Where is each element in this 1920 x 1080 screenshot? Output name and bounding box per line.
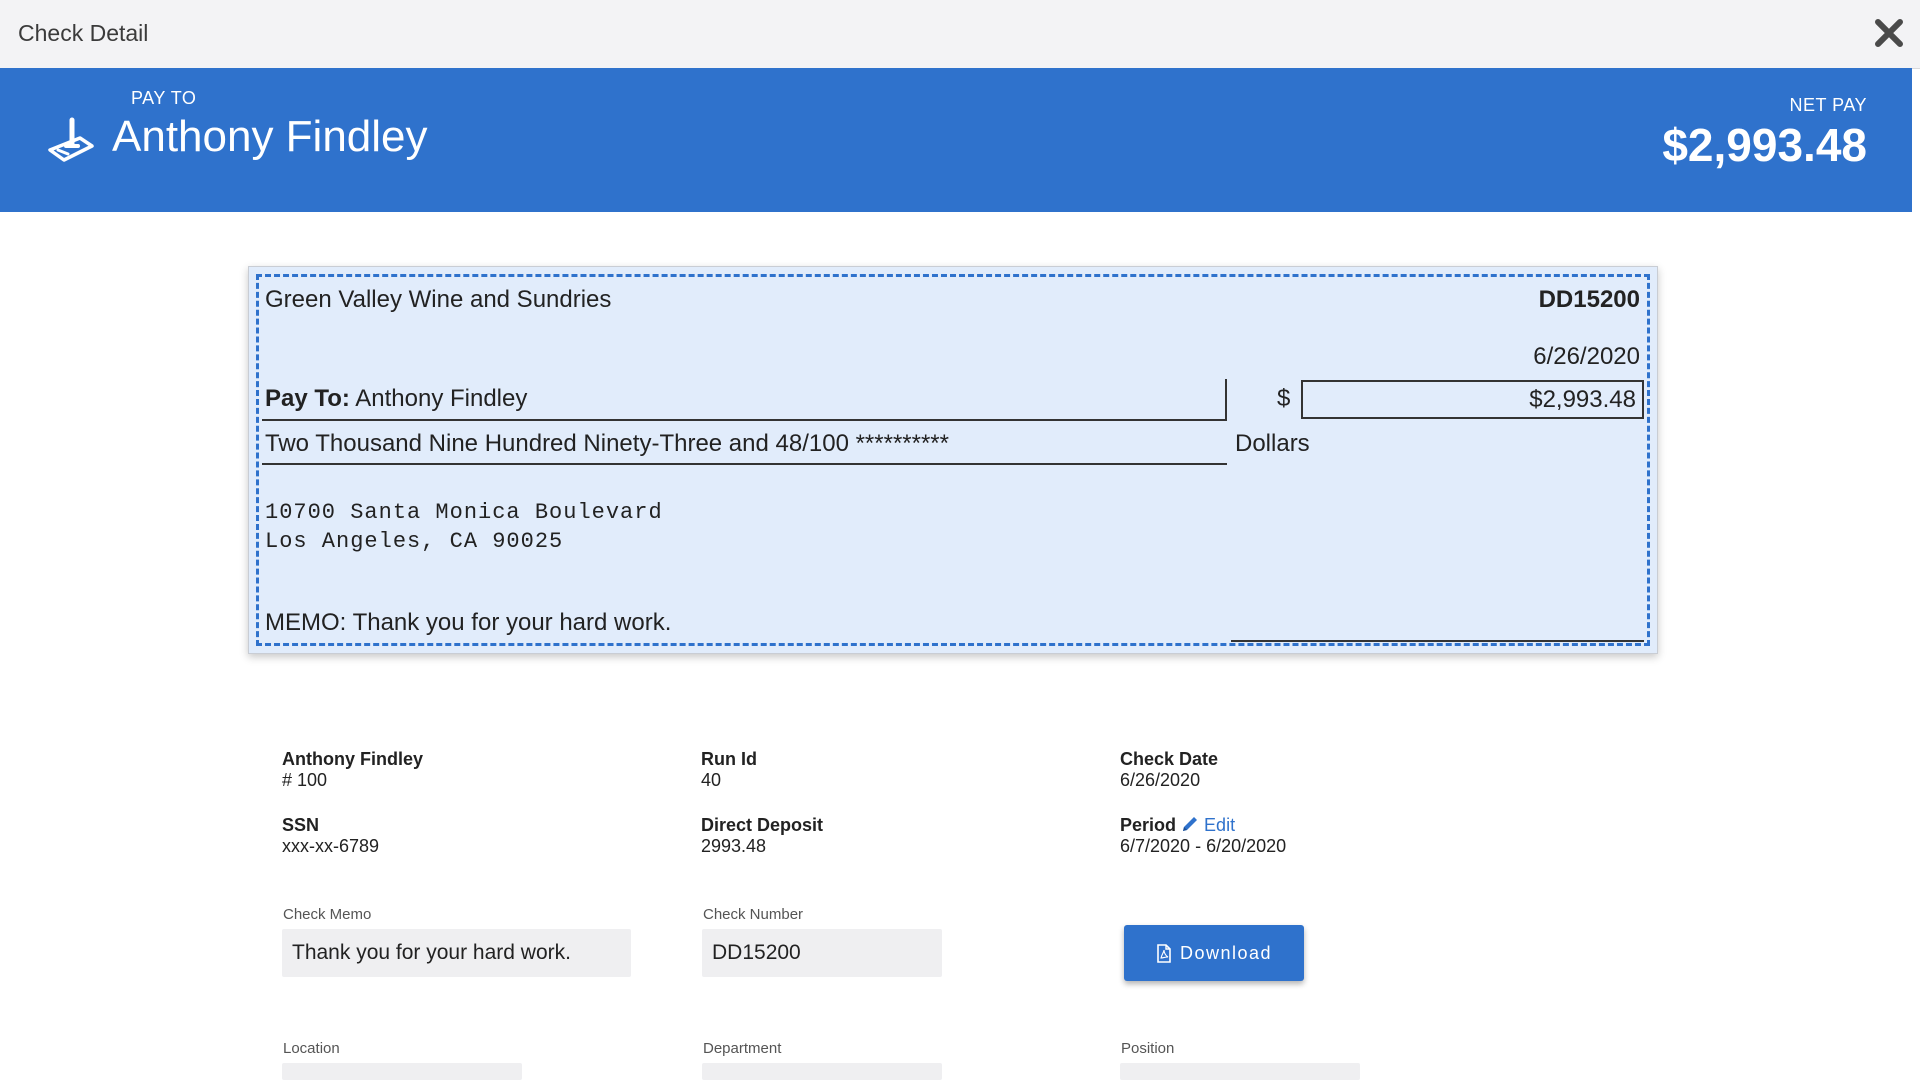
address-line-2: Los Angeles, CA 90025 bbox=[265, 529, 564, 554]
period-header: Period Edit bbox=[1120, 815, 1286, 836]
amount-in-words: Two Thousand Nine Hundred Ninety-Three a… bbox=[265, 430, 949, 457]
title-bar: Check Detail bbox=[0, 0, 1920, 69]
period-value: 6/7/2020 - 6/20/2020 bbox=[1120, 836, 1287, 856]
ssn-label: SSN bbox=[282, 815, 320, 835]
pencil-icon bbox=[1183, 817, 1198, 831]
edit-period-link[interactable]: Edit bbox=[1181, 815, 1235, 835]
amount-words-underline bbox=[262, 463, 1227, 465]
employee-info: Anthony Findley # 100 bbox=[282, 749, 423, 791]
run-id-info: Run Id 40 bbox=[701, 749, 757, 791]
ssn-value: xxx-xx-6789 bbox=[282, 836, 380, 856]
check-number-label: Check Number bbox=[703, 906, 804, 923]
net-pay-amount: $2,993.48 bbox=[1662, 119, 1867, 171]
run-id-label: Run Id bbox=[701, 749, 757, 769]
check-number: DD15200 bbox=[1538, 286, 1640, 313]
pay-banner: PAY TO Anthony Findley NET PAY $2,993.48 bbox=[0, 68, 1912, 212]
check-dashed-border bbox=[256, 274, 1650, 646]
close-button[interactable] bbox=[1872, 16, 1906, 50]
window-title: Check Detail bbox=[18, 20, 149, 46]
pay-to-name: Anthony Findley bbox=[112, 112, 428, 161]
position-select[interactable] bbox=[1120, 1063, 1360, 1080]
check-preview bbox=[248, 266, 1658, 654]
dollar-sign: $ bbox=[1277, 385, 1291, 412]
net-pay-label: NET PAY bbox=[1789, 95, 1867, 115]
address-line-1: 10700 Santa Monica Boulevard bbox=[265, 500, 663, 525]
check-date-value: 6/26/2020 bbox=[1120, 770, 1201, 790]
period-info: Period Edit 6/7/2020 - 6/20/2020 bbox=[1120, 815, 1286, 857]
check-memo-line: MEMO: Thank you for your hard work. bbox=[265, 609, 672, 636]
check-number-input[interactable] bbox=[702, 929, 942, 977]
pay-to-underline bbox=[262, 419, 1227, 421]
check-company-name: Green Valley Wine and Sundries bbox=[265, 286, 612, 313]
pay-to-label: PAY TO bbox=[131, 88, 197, 108]
direct-deposit-info: Direct Deposit 2993.48 bbox=[701, 815, 823, 857]
check-amount: $2,993.48 bbox=[1529, 386, 1636, 413]
signature-line bbox=[1231, 640, 1644, 642]
pdf-file-icon bbox=[1157, 943, 1171, 963]
check-date-label: Check Date bbox=[1120, 749, 1219, 769]
employee-number: # 100 bbox=[282, 770, 328, 790]
period-label: Period bbox=[1120, 815, 1177, 835]
check-pay-to-name: Anthony Findley bbox=[355, 385, 528, 412]
check-pay-to-label: Pay To: bbox=[265, 385, 350, 412]
run-id-value: 40 bbox=[701, 770, 722, 790]
direct-deposit-value: 2993.48 bbox=[701, 836, 767, 856]
department-select[interactable] bbox=[702, 1063, 942, 1080]
amount-box: $2,993.48 bbox=[1301, 380, 1644, 419]
dollars-label: Dollars bbox=[1235, 430, 1310, 457]
location-select[interactable] bbox=[282, 1063, 522, 1080]
position-label: Position bbox=[1121, 1040, 1175, 1057]
check-memo-label: Check Memo bbox=[283, 906, 372, 923]
direct-deposit-label: Direct Deposit bbox=[701, 815, 824, 835]
ssn-info: SSN xxx-xx-6789 bbox=[282, 815, 379, 857]
location-label: Location bbox=[283, 1040, 340, 1057]
department-label: Department bbox=[703, 1040, 782, 1057]
check-memo-input[interactable] bbox=[282, 929, 631, 977]
check-pay-to-line: Pay To: Anthony Findley bbox=[265, 385, 527, 413]
check-date-info: Check Date 6/26/2020 bbox=[1120, 749, 1218, 791]
pay-to-divider bbox=[1225, 379, 1227, 421]
check-date: 6/26/2020 bbox=[1533, 343, 1640, 370]
pen-sign-icon bbox=[48, 117, 94, 162]
download-button[interactable]: Download bbox=[1124, 925, 1304, 981]
close-icon bbox=[1875, 19, 1903, 47]
employee-name: Anthony Findley bbox=[282, 749, 423, 769]
edit-label: Edit bbox=[1204, 815, 1236, 835]
download-label: Download bbox=[1179, 942, 1273, 963]
